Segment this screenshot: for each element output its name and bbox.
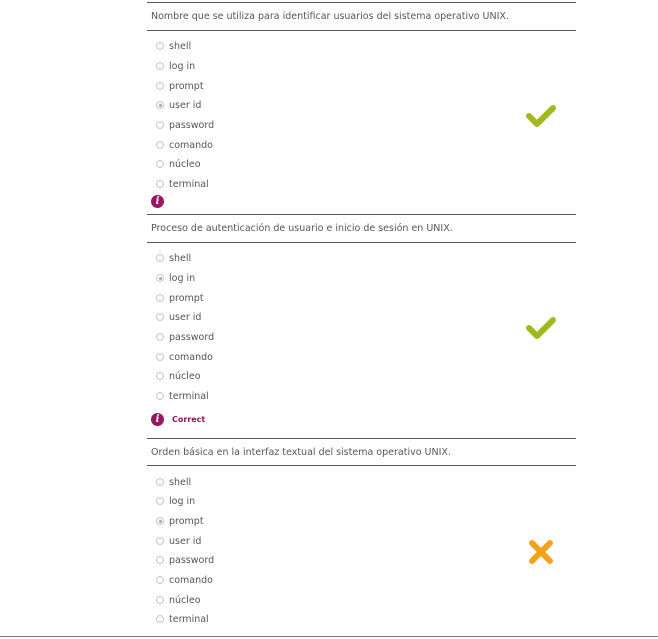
- option-label: terminal: [169, 613, 209, 625]
- option-label: prompt: [169, 292, 204, 304]
- option-user-id[interactable]: user id: [156, 534, 201, 548]
- radio-button[interactable]: [156, 82, 164, 90]
- option-password[interactable]: password: [156, 553, 214, 567]
- radio-button[interactable]: [156, 62, 164, 70]
- radio-button[interactable]: [156, 556, 164, 564]
- option-password[interactable]: password: [156, 118, 214, 132]
- radio-button[interactable]: [156, 121, 164, 129]
- radio-button[interactable]: [156, 392, 164, 400]
- option-terminal[interactable]: terminal: [156, 389, 209, 403]
- radio-button[interactable]: [156, 141, 164, 149]
- option-log-in[interactable]: log in: [156, 494, 195, 508]
- option-label: prompt: [169, 80, 204, 92]
- radio-button[interactable]: [156, 372, 164, 380]
- option-prompt[interactable]: prompt: [156, 514, 204, 528]
- option-nucleo[interactable]: núcleo: [156, 157, 201, 171]
- question-text: Orden básica en la interfaz textual del …: [151, 447, 451, 458]
- option-label: comando: [169, 351, 213, 363]
- divider: [147, 30, 576, 31]
- quiz-page: Nombre que se utiliza para identificar u…: [0, 0, 658, 639]
- option-label: password: [169, 119, 215, 131]
- page-bottom-border: [0, 636, 658, 637]
- option-terminal[interactable]: terminal: [156, 177, 209, 191]
- option-label: log in: [169, 60, 196, 72]
- option-label: núcleo: [169, 158, 201, 170]
- radio-button[interactable]: [156, 42, 164, 50]
- radio-button[interactable]: [156, 596, 164, 604]
- divider: [147, 2, 576, 3]
- radio-button-selected[interactable]: [156, 517, 164, 525]
- option-label: password: [169, 331, 215, 343]
- option-label: núcleo: [169, 594, 201, 606]
- option-label: user id: [169, 535, 202, 547]
- option-nucleo[interactable]: núcleo: [156, 369, 201, 383]
- option-user-id[interactable]: user id: [156, 310, 201, 324]
- option-log-in[interactable]: log in: [156, 271, 195, 285]
- feedback-text: Correct: [172, 415, 206, 424]
- option-nucleo[interactable]: núcleo: [156, 593, 201, 607]
- option-prompt[interactable]: prompt: [156, 79, 204, 93]
- option-label: comando: [169, 574, 213, 586]
- option-label: log in: [169, 272, 196, 284]
- cross-icon: [529, 540, 553, 564]
- radio-button[interactable]: [156, 254, 164, 262]
- option-label: shell: [169, 252, 192, 264]
- option-shell[interactable]: shell: [156, 251, 191, 265]
- radio-button[interactable]: [156, 497, 164, 505]
- option-terminal[interactable]: terminal: [156, 612, 209, 626]
- question-text: Proceso de autenticación de usuario e in…: [151, 223, 453, 234]
- radio-button[interactable]: [156, 294, 164, 302]
- option-label: user id: [169, 99, 202, 111]
- option-label: terminal: [169, 390, 209, 402]
- radio-button[interactable]: [156, 333, 164, 341]
- option-label: comando: [169, 139, 213, 151]
- info-icon[interactable]: i: [151, 195, 164, 208]
- option-log-in[interactable]: log in: [156, 59, 195, 73]
- option-comando[interactable]: comando: [156, 350, 213, 364]
- divider: [147, 214, 576, 215]
- radio-button[interactable]: [156, 160, 164, 168]
- option-user-id[interactable]: user id: [156, 98, 201, 112]
- option-comando[interactable]: comando: [156, 138, 213, 152]
- option-shell[interactable]: shell: [156, 39, 191, 53]
- check-icon: [526, 317, 556, 339]
- radio-button[interactable]: [156, 615, 164, 623]
- option-prompt[interactable]: prompt: [156, 291, 204, 305]
- question-text: Nombre que se utiliza para identificar u…: [151, 11, 509, 22]
- divider: [147, 438, 576, 439]
- option-label: shell: [169, 476, 192, 488]
- radio-button[interactable]: [156, 313, 164, 321]
- radio-button[interactable]: [156, 576, 164, 584]
- option-label: terminal: [169, 178, 209, 190]
- option-shell[interactable]: shell: [156, 475, 191, 489]
- option-label: prompt: [169, 515, 204, 527]
- info-icon[interactable]: i: [151, 413, 164, 426]
- radio-button[interactable]: [156, 478, 164, 486]
- divider: [147, 242, 576, 243]
- option-label: password: [169, 554, 215, 566]
- divider: [147, 465, 576, 466]
- check-icon: [526, 105, 556, 127]
- radio-button[interactable]: [156, 353, 164, 361]
- radio-button[interactable]: [156, 537, 164, 545]
- radio-button-selected[interactable]: [156, 274, 164, 282]
- option-label: log in: [169, 495, 196, 507]
- option-label: shell: [169, 40, 192, 52]
- option-label: núcleo: [169, 370, 201, 382]
- option-comando[interactable]: comando: [156, 573, 213, 587]
- option-label: user id: [169, 311, 202, 323]
- radio-button[interactable]: [156, 180, 164, 188]
- option-password[interactable]: password: [156, 330, 214, 344]
- radio-button-selected[interactable]: [156, 101, 164, 109]
